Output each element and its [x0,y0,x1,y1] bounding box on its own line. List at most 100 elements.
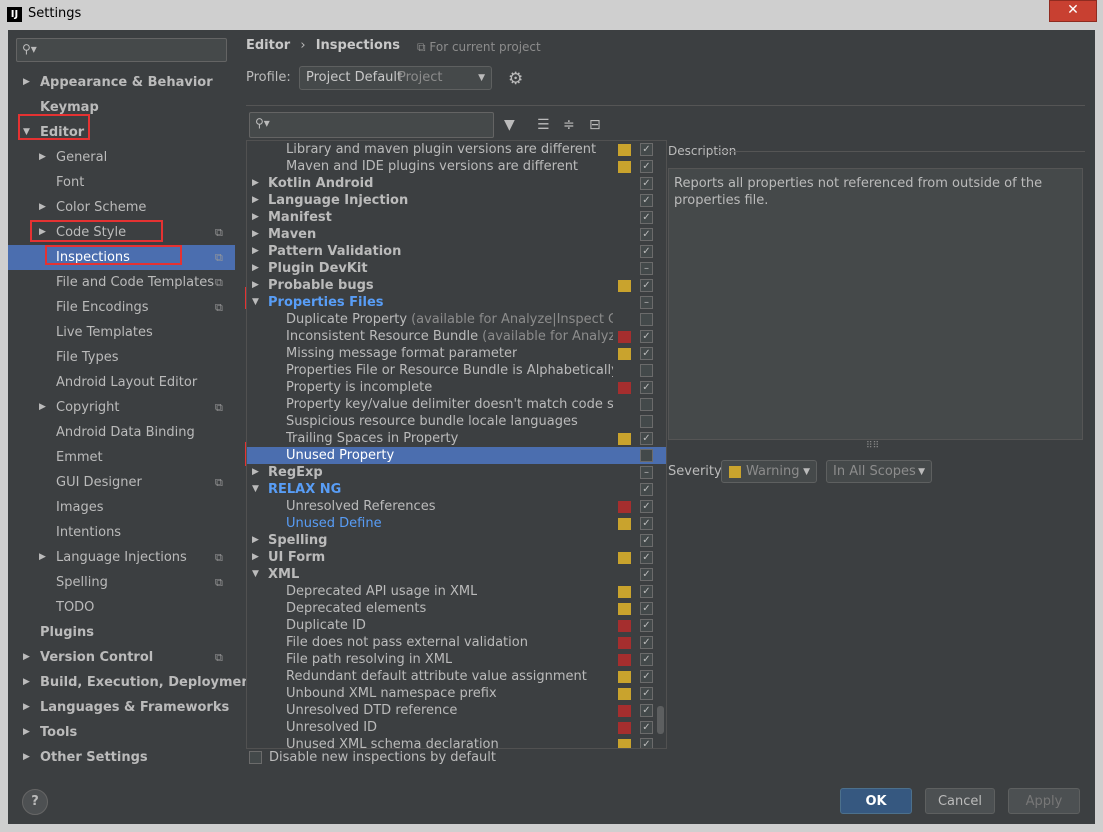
inspection-item[interactable]: Unresolved References ✓ [247,498,666,515]
ok-button[interactable]: OK [840,788,912,814]
inspection-checkbox[interactable]: ✓ [640,619,653,632]
chevron-right-icon[interactable]: ▶ [252,175,259,192]
tree-scrollbar[interactable] [657,706,664,734]
chevron-right-icon[interactable]: ▶ [39,195,46,220]
inspections-search-input[interactable]: ⚲▾ [249,112,494,138]
inspection-item[interactable]: File does not pass external validation ✓ [247,634,666,651]
inspection-item[interactable]: Property key/value delimiter doesn't mat… [247,396,666,413]
sidebar-item-android-layout-editor[interactable]: Android Layout Editor [8,370,235,395]
sidebar-item-file-encodings[interactable]: File Encodings ⧉ [8,295,235,320]
sidebar-item-spelling[interactable]: Spelling ⧉ [8,570,235,595]
inspection-checkbox[interactable]: ✓ [640,670,653,683]
chevron-right-icon[interactable]: ▶ [23,670,30,695]
inspection-checkbox[interactable] [640,364,653,377]
inspection-checkbox[interactable]: ✓ [640,160,653,173]
inspection-checkbox[interactable]: ✓ [640,143,653,156]
sidebar-item-gui-designer[interactable]: GUI Designer ⧉ [8,470,235,495]
inspection-checkbox[interactable]: ✓ [640,381,653,394]
inspection-checkbox[interactable] [640,398,653,411]
chevron-down-icon[interactable]: ▼ [252,294,259,311]
inspection-item[interactable]: Maven and IDE plugins versions are diffe… [247,158,666,175]
inspection-item[interactable]: File path resolving in XML ✓ [247,651,666,668]
inspection-item[interactable]: Trailing Spaces in Property ✓ [247,430,666,447]
sidebar-item-language-injections[interactable]: ▶ Language Injections ⧉ [8,545,235,570]
inspection-group[interactable]: ▶ Language Injection ✓ [247,192,666,209]
inspection-checkbox[interactable]: ✓ [640,704,653,717]
inspection-checkbox[interactable]: – [640,466,653,479]
sidebar-item-plugins[interactable]: Plugins [8,620,235,645]
sidebar-item-languages-frameworks[interactable]: ▶ Languages & Frameworks [8,695,235,720]
disable-new-inspections-label[interactable]: Disable new inspections by default [269,750,496,765]
apply-button[interactable]: Apply [1008,788,1080,814]
severity-dropdown[interactable]: Warning ▼ [721,460,817,483]
sidebar-item-copyright[interactable]: ▶ Copyright ⧉ [8,395,235,420]
chevron-right-icon[interactable]: ▶ [23,70,30,95]
sidebar-item-version-control[interactable]: ▶ Version Control ⧉ [8,645,235,670]
inspection-checkbox[interactable]: ✓ [640,585,653,598]
sidebar-item-intentions[interactable]: Intentions [8,520,235,545]
chevron-right-icon[interactable]: ▶ [252,243,259,260]
inspection-checkbox[interactable]: ✓ [640,432,653,445]
filter-icon[interactable]: ▼ [504,117,515,133]
sidebar-item-build-execution-deployment[interactable]: ▶ Build, Execution, Deployment [8,670,257,695]
inspection-checkbox[interactable]: ✓ [640,177,653,190]
reset-icon[interactable]: ⊟ [589,117,601,133]
collapse-all-icon[interactable]: ≑ [563,117,575,133]
chevron-right-icon[interactable]: ▶ [39,145,46,170]
inspection-group[interactable]: ▶ Kotlin Android ✓ [247,175,666,192]
inspection-group[interactable]: ▶ Pattern Validation ✓ [247,243,666,260]
chevron-right-icon[interactable]: ▶ [23,720,30,745]
chevron-right-icon[interactable]: ▶ [252,277,259,294]
inspection-group[interactable]: ▶ Manifest ✓ [247,209,666,226]
close-button[interactable]: ✕ [1049,0,1097,22]
inspection-group[interactable]: ▶ Spelling ✓ [247,532,666,549]
inspection-group[interactable]: ▼ RELAX NG ✓ [247,481,666,498]
sidebar-item-file-types[interactable]: File Types [8,345,235,370]
inspection-item[interactable]: Unused Property [247,447,666,464]
inspection-checkbox[interactable]: ✓ [640,347,653,360]
sidebar-item-emmet[interactable]: Emmet [8,445,235,470]
inspection-group[interactable]: ▶ Maven ✓ [247,226,666,243]
inspection-item[interactable]: Duplicate ID ✓ [247,617,666,634]
chevron-right-icon[interactable]: ▶ [252,226,259,243]
breadcrumb-editor[interactable]: Editor [246,38,290,53]
disable-new-inspections-checkbox[interactable] [249,751,262,764]
chevron-right-icon[interactable]: ▶ [252,209,259,226]
chevron-right-icon[interactable]: ▶ [23,695,30,720]
chevron-right-icon[interactable]: ▶ [252,532,259,549]
inspection-checkbox[interactable]: ✓ [640,687,653,700]
chevron-right-icon[interactable]: ▶ [23,645,30,670]
inspection-checkbox[interactable]: ✓ [640,568,653,581]
inspection-checkbox[interactable] [640,449,653,462]
chevron-right-icon[interactable]: ▶ [252,260,259,277]
sidebar-item-live-templates[interactable]: Live Templates [8,320,235,345]
inspection-checkbox[interactable] [640,313,653,326]
inspection-group[interactable]: ▼ Properties Files – [247,294,666,311]
profile-dropdown[interactable]: Project Default Project ▼ [299,66,492,90]
sidebar-item-general[interactable]: ▶ General [8,145,235,170]
inspection-item[interactable]: Unbound XML namespace prefix ✓ [247,685,666,702]
inspection-checkbox[interactable]: ✓ [640,534,653,547]
inspection-group[interactable]: ▶ Probable bugs ✓ [247,277,666,294]
chevron-right-icon[interactable]: ▶ [252,549,259,566]
sidebar-item-appearance-behavior[interactable]: ▶ Appearance & Behavior [8,70,235,95]
inspection-item[interactable]: Properties File or Resource Bundle is Al… [247,362,666,379]
gear-icon[interactable]: ⚙ [508,69,523,89]
inspection-checkbox[interactable]: ✓ [640,330,653,343]
splitter-handle[interactable]: ⠿⠿ [866,441,879,451]
expand-all-icon[interactable]: ☰ [537,117,550,133]
inspection-checkbox[interactable]: – [640,296,653,309]
chevron-right-icon[interactable]: ▶ [39,545,46,570]
inspection-checkbox[interactable]: ✓ [640,551,653,564]
sidebar-item-file-and-code-templates[interactable]: File and Code Templates ⧉ [8,270,235,295]
chevron-right-icon[interactable]: ▶ [39,395,46,420]
inspection-checkbox[interactable]: ✓ [640,245,653,258]
inspection-item[interactable]: Inconsistent Resource Bundle (available f… [247,328,666,345]
chevron-right-icon[interactable]: ▶ [23,745,30,770]
sidebar-item-images[interactable]: Images [8,495,235,520]
sidebar-item-color-scheme[interactable]: ▶ Color Scheme [8,195,235,220]
cancel-button[interactable]: Cancel [925,788,995,814]
help-button[interactable]: ? [22,789,48,815]
inspection-item[interactable]: Unused Define ✓ [247,515,666,532]
inspection-group[interactable]: ▶ RegExp – [247,464,666,481]
